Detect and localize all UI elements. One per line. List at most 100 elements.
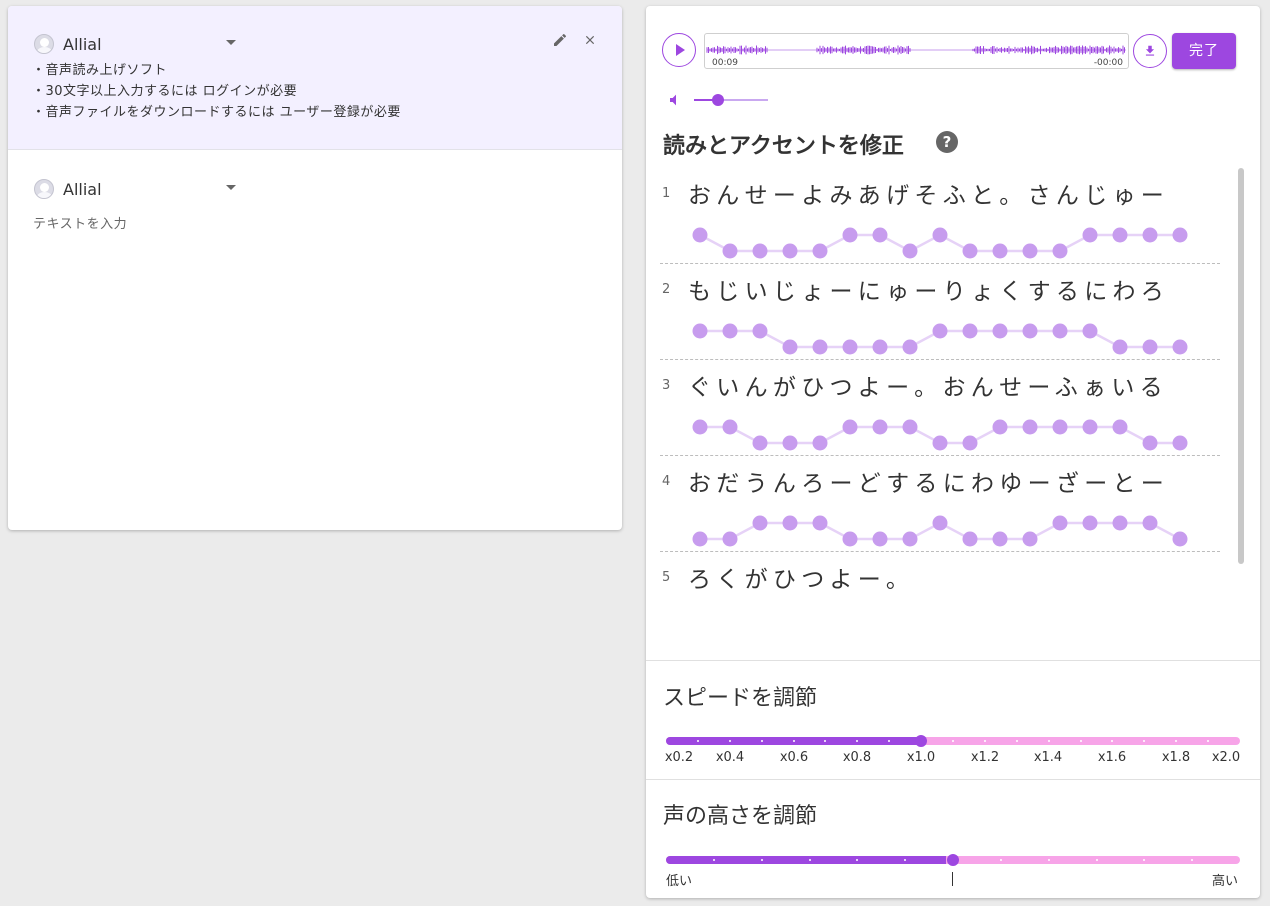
pitch-dot[interactable] bbox=[722, 323, 738, 339]
accent-row: 5 ろくがひつよー。 bbox=[660, 552, 1220, 598]
pitch-dot[interactable] bbox=[932, 515, 948, 531]
pitch-dot[interactable] bbox=[782, 515, 798, 531]
pitch-dot[interactable] bbox=[722, 243, 738, 259]
accent-row: 1 おんせーよみあげそふと。さんじゅー bbox=[660, 168, 1220, 264]
pitch-dot[interactable] bbox=[1052, 243, 1068, 259]
pitch-dot[interactable] bbox=[1082, 419, 1098, 435]
done-button[interactable]: 完了 bbox=[1172, 33, 1236, 69]
pitch-slider-thumb[interactable] bbox=[947, 854, 959, 866]
slider-tick bbox=[792, 740, 795, 742]
pitch-dot[interactable] bbox=[842, 531, 858, 547]
download-icon bbox=[1145, 45, 1155, 56]
pitch-dot[interactable] bbox=[842, 339, 858, 355]
pitch-dot[interactable] bbox=[992, 531, 1008, 547]
help-icon[interactable]: ? bbox=[936, 131, 958, 153]
pitch-dot[interactable] bbox=[1172, 531, 1188, 547]
pitch-dot[interactable] bbox=[782, 339, 798, 355]
pitch-dot[interactable] bbox=[842, 227, 858, 243]
pitch-dot[interactable] bbox=[692, 419, 708, 435]
pitch-dot[interactable] bbox=[752, 435, 768, 451]
pitch-dot[interactable] bbox=[752, 243, 768, 259]
pitch-dot[interactable] bbox=[812, 339, 828, 355]
pitch-dot[interactable] bbox=[902, 419, 918, 435]
reading-text[interactable]: ろくがひつよー。 bbox=[688, 560, 914, 594]
pitch-title: 声の高さを調節 bbox=[663, 804, 818, 829]
text-block-2[interactable]: Allial テキストを入力 bbox=[8, 151, 622, 232]
volume-slider-thumb[interactable] bbox=[712, 94, 725, 106]
pitch-dot[interactable] bbox=[1022, 419, 1038, 435]
pitch-dot[interactable] bbox=[962, 435, 978, 451]
pitch-contour bbox=[692, 419, 1188, 451]
pitch-dot[interactable] bbox=[1082, 227, 1098, 243]
pitch-dot[interactable] bbox=[1022, 531, 1038, 547]
text-input[interactable]: テキストを入力 bbox=[33, 213, 127, 232]
pitch-dot[interactable] bbox=[1052, 515, 1068, 531]
accent-panel: 00:09 -00:00 完了 読みとアクセントを修正 ? 1 おんせーよみあげそ… bbox=[646, 6, 1260, 898]
pitch-dot[interactable] bbox=[962, 243, 978, 259]
chevron-down-icon[interactable] bbox=[226, 40, 236, 45]
pitch-dot[interactable] bbox=[872, 339, 888, 355]
pitch-dot[interactable] bbox=[722, 419, 738, 435]
audio-waveform[interactable]: 00:09 -00:00 bbox=[704, 33, 1129, 69]
pitch-dot[interactable] bbox=[782, 435, 798, 451]
pitch-dot[interactable] bbox=[1142, 515, 1158, 531]
pitch-dot[interactable] bbox=[692, 323, 708, 339]
pitch-dot[interactable] bbox=[812, 243, 828, 259]
accent-list-scrollbar[interactable] bbox=[1238, 168, 1244, 564]
text-block-1[interactable]: Allial ・音声読み上げソフト ・30文字以上入力するには ログインが必要 … bbox=[8, 6, 622, 150]
pitch-dot[interactable] bbox=[932, 323, 948, 339]
pitch-dot[interactable] bbox=[1172, 435, 1188, 451]
pitch-dot[interactable] bbox=[692, 227, 708, 243]
pitch-dot[interactable] bbox=[1052, 419, 1068, 435]
chevron-down-icon[interactable] bbox=[226, 185, 236, 190]
divider bbox=[646, 779, 1260, 780]
pitch-dot[interactable] bbox=[992, 243, 1008, 259]
pitch-dot[interactable] bbox=[752, 323, 768, 339]
pitch-dot[interactable] bbox=[842, 419, 858, 435]
pitch-dot[interactable] bbox=[932, 227, 948, 243]
pitch-dot[interactable] bbox=[1142, 339, 1158, 355]
pitch-dot[interactable] bbox=[782, 243, 798, 259]
pitch-dot[interactable] bbox=[902, 243, 918, 259]
accent-list: 1 おんせーよみあげそふと。さんじゅー 2 もじいじょーにゅーりょくするにわろ 3 ぐいん… bbox=[660, 168, 1220, 598]
download-button[interactable] bbox=[1133, 34, 1167, 68]
pitch-dot[interactable] bbox=[1172, 339, 1188, 355]
pitch-dot[interactable] bbox=[992, 323, 1008, 339]
play-button[interactable] bbox=[662, 33, 696, 67]
pitch-dot[interactable] bbox=[1172, 227, 1188, 243]
speed-tick-label: x0.6 bbox=[779, 750, 809, 765]
block-text-content[interactable]: ・音声読み上げソフト ・30文字以上入力するには ログインが必要 ・音声ファイル… bbox=[32, 60, 401, 123]
pitch-dot[interactable] bbox=[1052, 323, 1068, 339]
pitch-dot[interactable] bbox=[992, 419, 1008, 435]
pitch-dot[interactable] bbox=[1022, 243, 1038, 259]
pitch-dot[interactable] bbox=[872, 531, 888, 547]
pitch-dot[interactable] bbox=[872, 227, 888, 243]
pitch-dot[interactable] bbox=[962, 323, 978, 339]
pitch-dot[interactable] bbox=[1112, 227, 1128, 243]
delete-block-button[interactable] bbox=[580, 32, 600, 52]
pitch-dot[interactable] bbox=[752, 515, 768, 531]
pitch-dot[interactable] bbox=[1142, 435, 1158, 451]
pitch-dot[interactable] bbox=[872, 419, 888, 435]
pitch-dot[interactable] bbox=[1112, 515, 1128, 531]
speaker-selector[interactable]: Allial bbox=[34, 34, 102, 54]
pitch-dot[interactable] bbox=[1082, 323, 1098, 339]
edit-button[interactable] bbox=[550, 32, 570, 52]
volume-icon[interactable] bbox=[668, 92, 684, 108]
pitch-dot[interactable] bbox=[902, 531, 918, 547]
pitch-dot[interactable] bbox=[1112, 419, 1128, 435]
pitch-dot[interactable] bbox=[722, 531, 738, 547]
pitch-dot[interactable] bbox=[692, 531, 708, 547]
pitch-dot[interactable] bbox=[1022, 323, 1038, 339]
pitch-dot[interactable] bbox=[962, 531, 978, 547]
speaker-selector[interactable]: Allial bbox=[34, 179, 102, 199]
accent-row: 4 おだうんろーどするにわゆーざーとー bbox=[660, 456, 1220, 552]
pitch-dot[interactable] bbox=[1112, 339, 1128, 355]
pitch-dot[interactable] bbox=[812, 515, 828, 531]
pitch-dot[interactable] bbox=[812, 435, 828, 451]
pitch-dot[interactable] bbox=[1142, 227, 1158, 243]
pitch-dot[interactable] bbox=[902, 339, 918, 355]
speed-slider-thumb[interactable] bbox=[915, 735, 928, 747]
pitch-dot[interactable] bbox=[932, 435, 948, 451]
pitch-dot[interactable] bbox=[1082, 515, 1098, 531]
